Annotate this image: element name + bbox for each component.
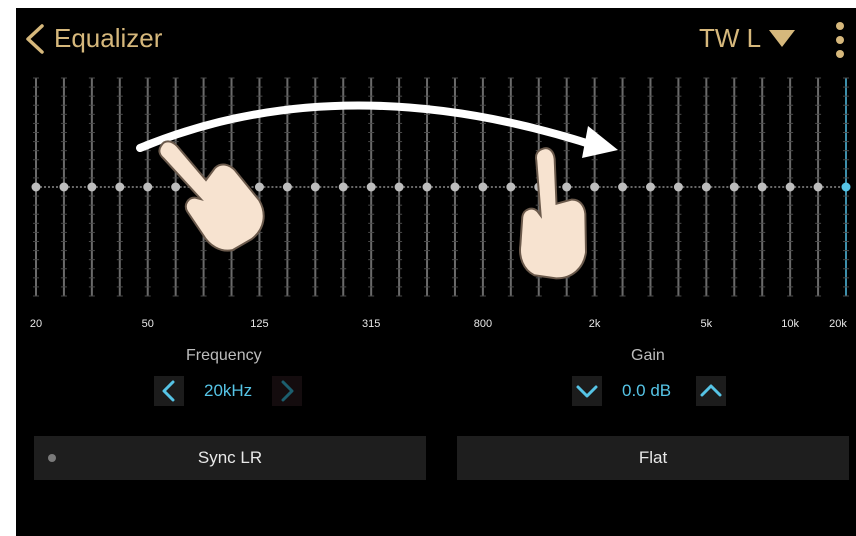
chevron-down-icon (576, 385, 598, 398)
eq-band-knob[interactable] (115, 182, 125, 192)
flat-label: Flat (638, 448, 668, 467)
eq-band-knob[interactable] (478, 182, 488, 192)
back-button[interactable] (20, 22, 50, 56)
eq-band-knob[interactable] (562, 182, 572, 192)
frequency-value: 20kHz (204, 381, 253, 400)
eq-band-knob[interactable] (757, 182, 767, 192)
eq-band-knob[interactable] (254, 182, 264, 192)
frequency-caption: Frequency (186, 347, 262, 364)
eq-band-knob[interactable] (785, 182, 795, 192)
equalizer-screen: Equalizer TW L 20 50 125 315 800 2k 5k 10k 20k F… (16, 8, 856, 536)
frequency-axis-label: 20k (829, 318, 847, 330)
chevron-up-icon (700, 384, 722, 397)
sync-indicator-light (48, 454, 56, 462)
frequency-axis-label: 10k (781, 318, 799, 330)
eq-band-knob[interactable] (422, 182, 432, 192)
eq-band-knob[interactable] (338, 182, 348, 192)
more-options-button[interactable] (830, 16, 852, 64)
eq-band-knob[interactable] (227, 182, 237, 192)
chevron-left-icon (26, 24, 44, 54)
frequency-next-button[interactable] (272, 376, 302, 406)
eq-band-knob[interactable] (366, 182, 376, 192)
sync-lr-button[interactable]: Sync LR (34, 436, 426, 480)
eq-band-knob[interactable] (534, 182, 544, 192)
more-vertical-icon (836, 22, 844, 30)
frequency-prev-button[interactable] (154, 376, 184, 406)
frequency-axis-label: 2k (588, 318, 601, 330)
eq-slider-bank[interactable] (16, 74, 856, 300)
sync-lr-label: Sync LR (197, 448, 263, 467)
eq-band-knob[interactable] (143, 182, 153, 192)
channel-selector[interactable]: TW L (699, 22, 797, 54)
page-title: Equalizer (54, 23, 163, 53)
frequency-axis-label: 5k (700, 318, 713, 330)
gain-up-button[interactable] (696, 376, 726, 406)
eq-band-knob[interactable] (590, 182, 600, 192)
gain-value: 0.0 dB (622, 381, 672, 400)
eq-band-knob[interactable] (506, 182, 516, 192)
chevron-right-icon (281, 380, 294, 402)
eq-band-knob[interactable] (87, 182, 97, 192)
eq-band-knob[interactable] (701, 182, 711, 192)
eq-band-knob[interactable] (450, 182, 460, 192)
eq-band-knob[interactable] (813, 182, 823, 192)
frequency-axis-label: 50 (141, 318, 154, 330)
frequency-axis-label: 800 (473, 318, 493, 330)
eq-band-knob[interactable] (394, 182, 404, 192)
eq-band-knob[interactable] (59, 182, 69, 192)
frequency-axis: 20 50 125 315 800 2k 5k 10k 20k (16, 318, 856, 338)
eq-band-knob[interactable] (199, 182, 209, 192)
eq-band-knob[interactable] (673, 182, 683, 192)
frequency-axis-label: 20 (29, 318, 43, 330)
frequency-axis-label: 125 (250, 318, 269, 330)
caret-down-icon (769, 30, 796, 47)
eq-band-knob[interactable] (171, 182, 181, 192)
eq-band-knob[interactable] (841, 182, 851, 192)
frequency-axis-label: 315 (361, 318, 381, 330)
eq-band-knob[interactable] (31, 182, 41, 192)
gain-caption: Gain (631, 347, 665, 364)
gain-down-button[interactable] (572, 376, 602, 406)
eq-band-knob[interactable] (729, 182, 739, 192)
chevron-left-icon (162, 380, 175, 402)
equalizer-sliders[interactable] (16, 74, 856, 300)
channel-label: TW L (699, 23, 762, 53)
eq-band-knob[interactable] (282, 182, 292, 192)
eq-band-knob[interactable] (310, 182, 320, 192)
flat-button[interactable]: Flat (457, 436, 849, 480)
eq-band-knob[interactable] (645, 182, 655, 192)
eq-band-knob[interactable] (618, 182, 628, 192)
